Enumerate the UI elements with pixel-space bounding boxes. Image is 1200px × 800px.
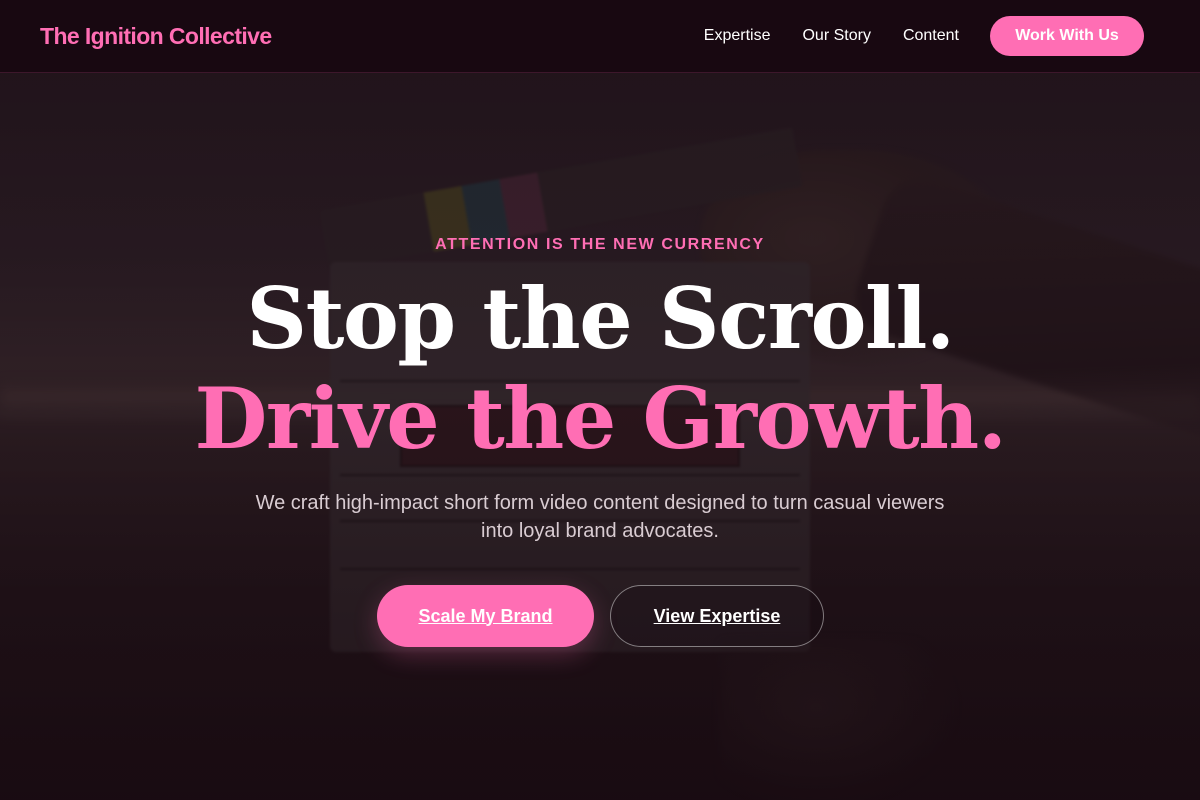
scale-my-brand-button[interactable]: Scale My Brand <box>377 585 594 647</box>
headline-line-2: Drive the Growth. <box>194 369 1007 468</box>
main-nav: Expertise Our Story Content Work With Us <box>704 16 1176 56</box>
headline-line-1: Stop the Scroll. <box>246 269 955 368</box>
hero-subtitle: We craft high-impact short form video co… <box>255 492 945 542</box>
view-expertise-button[interactable]: View Expertise <box>610 585 824 647</box>
work-with-us-button[interactable]: Work With Us <box>990 16 1144 56</box>
nav-link-expertise[interactable]: Expertise <box>704 27 771 45</box>
nav-link-content[interactable]: Content <box>903 27 959 45</box>
hero-section: ATTENTION IS THE NEW CURRENCY Stop the S… <box>0 73 1200 800</box>
brand-logo[interactable]: The Ignition Collective <box>40 23 272 50</box>
nav-link-our-story[interactable]: Our Story <box>802 27 870 45</box>
hero-headline: Stop the Scroll. Drive the Growth. <box>0 269 1200 469</box>
site-header: The Ignition Collective Expertise Our St… <box>0 0 1200 73</box>
hero-eyebrow: ATTENTION IS THE NEW CURRENCY <box>435 236 765 253</box>
